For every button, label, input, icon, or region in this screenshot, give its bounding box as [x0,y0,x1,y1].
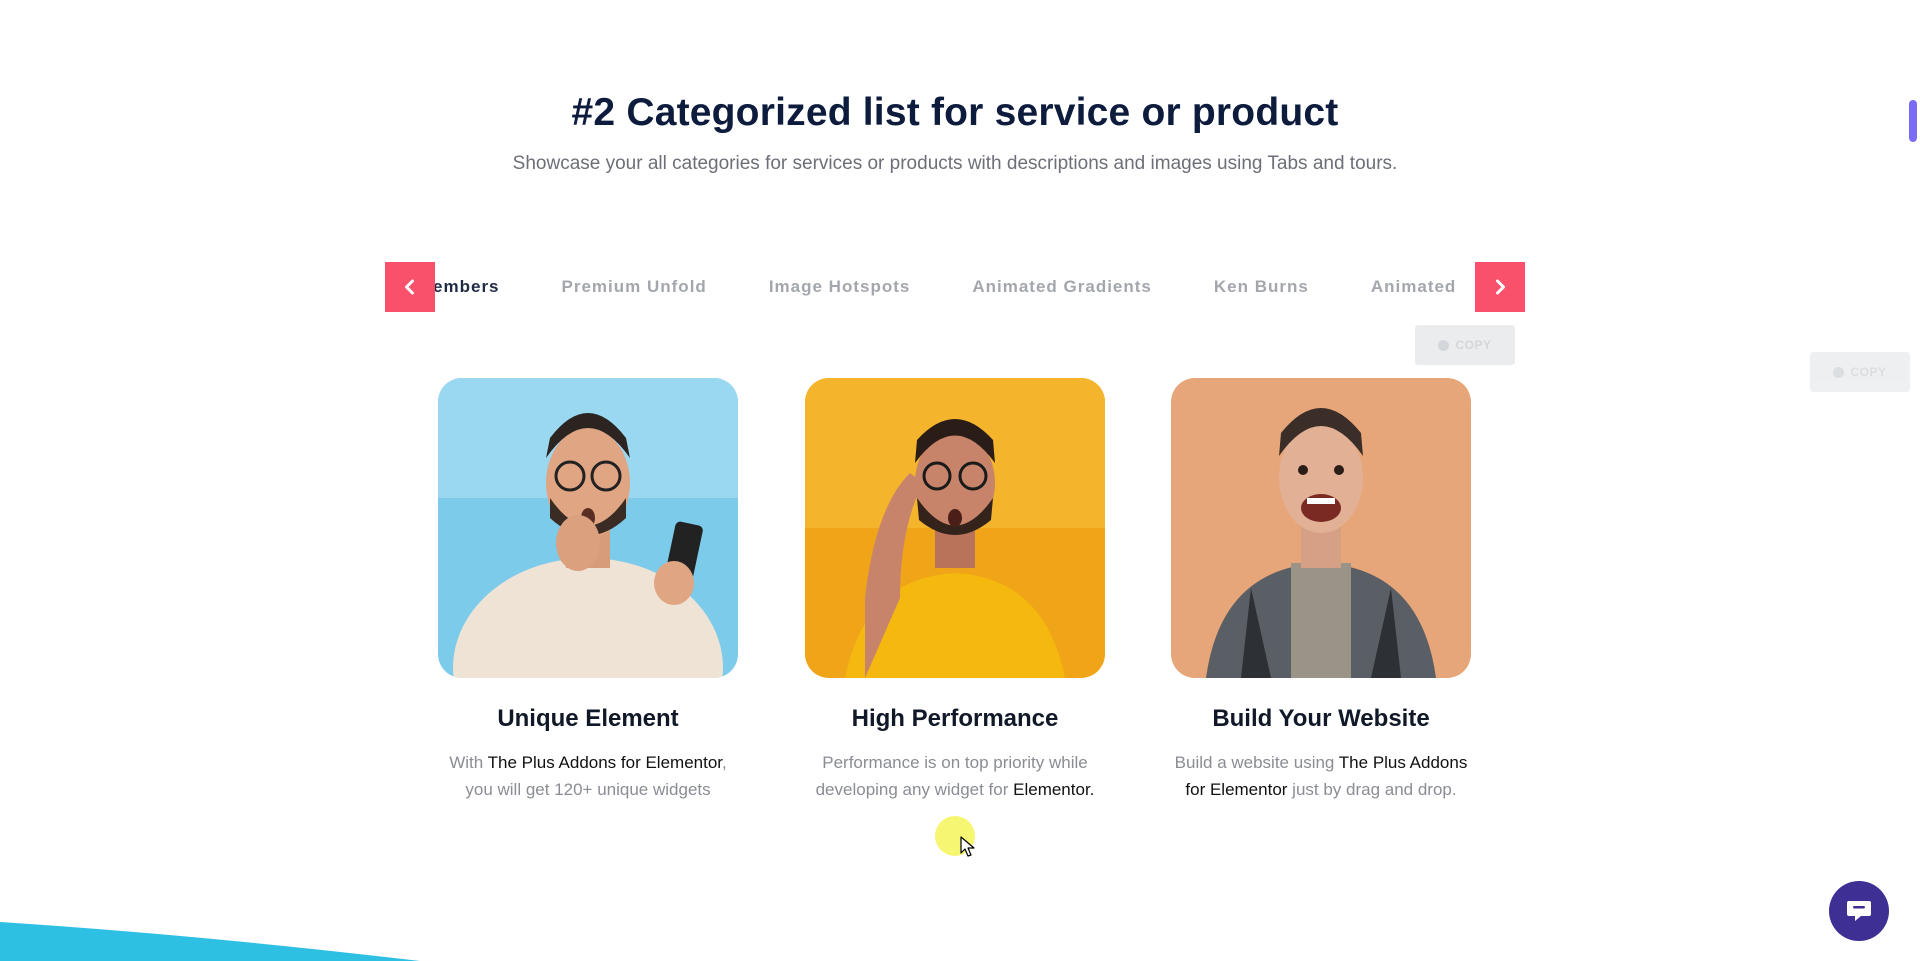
tabs-track: Team Members Premium Unfold Image Hotspo… [385,262,1456,312]
card-description: With The Plus Addons for Elementor, you … [449,753,727,799]
tab-premium-unfold[interactable]: Premium Unfold [562,277,707,297]
copy-label: COPY [1455,338,1492,352]
tab-animated[interactable]: Animated [1371,277,1456,297]
tab-image-hotspots[interactable]: Image Hotspots [769,277,911,297]
card-title: Unique Element [497,705,679,732]
card-build-your-website: Build Your Website Build a website using… [1171,378,1471,803]
carousel-prev-button[interactable] [385,262,435,312]
chevron-left-icon [405,279,414,295]
page-scrollbar[interactable] [1909,100,1917,142]
card-title: High Performance [851,705,1059,732]
card-image-man-glasses-yellow [805,378,1105,678]
copy-icon [1438,339,1450,351]
tab-animated-gradients[interactable]: Animated Gradients [972,277,1152,297]
section-subheading: Showcase your all categories for service… [512,153,1398,174]
card-image-surprised-man-phone [438,378,738,678]
section-heading: #2 Categorized list for service or produ… [571,91,1339,134]
copy-button-secondary[interactable]: COPY [1810,352,1910,392]
copy-label: COPY [1850,365,1887,379]
chevron-right-icon [1496,279,1505,295]
tabs-carousel: Team Members Premium Unfold Image Hotspo… [385,262,1525,312]
card-image-excited-man-plaid [1171,378,1471,678]
tab-ken-burns[interactable]: Ken Burns [1214,277,1309,297]
chat-widget-button[interactable] [1829,881,1889,941]
card-title: Build Your Website [1212,705,1430,732]
carousel-next-button[interactable] [1475,262,1525,312]
card-description: Build a website using The Plus Addons fo… [1174,753,1468,799]
card-high-performance: High Performance Performance is on top p… [805,378,1105,803]
decorative-wave [0,922,420,961]
chat-icon [1847,901,1871,921]
card-unique-element: Unique Element With The Plus Addons for … [438,378,738,803]
copy-button[interactable]: COPY [1415,325,1515,365]
cursor-arrow-icon [960,836,975,857]
card-description: Performance is on top priority while dev… [815,753,1095,799]
copy-icon [1833,366,1845,378]
